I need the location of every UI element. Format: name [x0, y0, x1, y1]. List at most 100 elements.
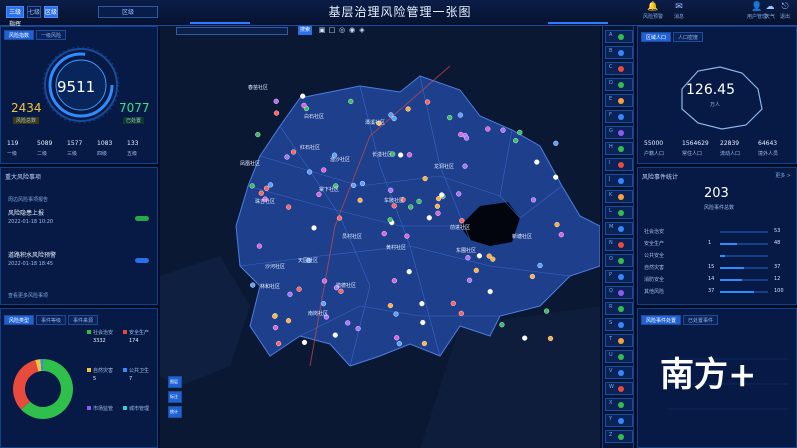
map-risk-pin[interactable]: [396, 341, 403, 347]
map-risk-pin[interactable]: [296, 286, 302, 292]
map-community-label[interactable]: 南岗社区: [308, 310, 328, 317]
map-risk-pin[interactable]: [544, 308, 550, 314]
layer-toggle[interactable]: U: [605, 350, 633, 363]
map-risk-pin[interactable]: [457, 112, 464, 118]
map-risk-pin[interactable]: [393, 311, 399, 317]
layer-toggle[interactable]: T: [605, 334, 633, 347]
map-risk-pin[interactable]: [258, 190, 264, 196]
map-risk-pin[interactable]: [421, 340, 428, 347]
map-risk-pin[interactable]: [458, 131, 464, 138]
map-risk-pin[interactable]: [348, 98, 354, 105]
map-risk-pin[interactable]: [547, 335, 554, 342]
map-risk-pin[interactable]: [285, 318, 292, 324]
map-community-label[interactable]: 龙洞社区: [434, 163, 454, 170]
map-risk-pin[interactable]: [321, 167, 327, 173]
map-risk-pin[interactable]: [273, 110, 280, 116]
risk-map[interactable]: 搜索 ▣ □ ◎ ◉ ◈ 春苗社区 白石社区 潭溪社区 红石社区 长湴社区 龙洞社区 凤凰社…: [160, 26, 600, 448]
tab-region-population[interactable]: 区域人口: [641, 32, 672, 42]
map-community-label[interactable]: 棠下社区: [319, 186, 339, 193]
message-icon[interactable]: ✉ 消息: [666, 2, 692, 24]
map-risk-pin[interactable]: [272, 325, 279, 331]
map-risk-pin[interactable]: [522, 335, 528, 341]
tab-event-source[interactable]: 事件来源: [68, 315, 99, 325]
map-risk-pin[interactable]: [387, 217, 393, 223]
layer-toggle[interactable]: K: [605, 190, 633, 203]
map-risk-pin[interactable]: [416, 198, 422, 205]
map-risk-pin[interactable]: [267, 182, 274, 188]
map-risk-pin[interactable]: [406, 152, 413, 158]
map-risk-pin[interactable]: [426, 215, 432, 221]
map-community-label[interactable]: 潭溪社区: [365, 119, 385, 126]
risk-item-2-title[interactable]: 道路积水风险预警: [8, 250, 56, 259]
map-community-label[interactable]: 沙河社区: [265, 263, 285, 270]
map-risk-pin[interactable]: [345, 320, 351, 326]
map-risk-pin[interactable]: [553, 140, 559, 146]
tab-risk-type[interactable]: 风险类型: [4, 315, 35, 325]
layer-toggle[interactable]: Q: [605, 286, 633, 299]
layer-toggle[interactable]: H: [605, 142, 633, 155]
layer-toggle[interactable]: W: [605, 382, 633, 395]
map-risk-pin[interactable]: [529, 273, 536, 280]
map-risk-pin[interactable]: [408, 204, 414, 210]
tab-handled-events[interactable]: 已处置事件: [683, 315, 719, 325]
layer-toggle[interactable]: B: [605, 46, 633, 59]
map-risk-pin[interactable]: [499, 322, 505, 328]
layer-toggle[interactable]: N: [605, 238, 633, 251]
map-risk-pin[interactable]: [465, 255, 471, 261]
map-risk-pin[interactable]: [530, 197, 537, 203]
map-tool-3-icon[interactable]: ◎: [338, 26, 346, 35]
layer-toggle[interactable]: O: [605, 254, 633, 267]
layer-toggle[interactable]: Y: [605, 414, 633, 427]
top-button-1[interactable]: 三级指挥: [6, 6, 24, 28]
map-community-label[interactable]: 珠吉社区: [255, 198, 275, 205]
layer-toggle[interactable]: G: [605, 126, 633, 139]
bell-icon[interactable]: 🔔 风险预警: [640, 2, 666, 24]
risk-more-link[interactable]: 查看更多风险事项: [8, 292, 48, 299]
layer-toggle[interactable]: J: [605, 174, 633, 187]
map-community-label[interactable]: 猎德社区: [336, 282, 356, 289]
map-risk-pin[interactable]: [300, 93, 306, 99]
map-risk-pin[interactable]: [513, 137, 519, 144]
risk-event-more-link[interactable]: 更多 >: [775, 172, 791, 179]
map-risk-pin[interactable]: [405, 106, 411, 112]
map-risk-pin[interactable]: [485, 126, 491, 132]
map-community-label[interactable]: 员村社区: [342, 233, 362, 240]
top-button-4[interactable]: 区级: [98, 6, 158, 18]
map-risk-pin[interactable]: [424, 99, 431, 105]
map-community-label[interactable]: 渔沙社区: [330, 156, 350, 163]
map-risk-pin[interactable]: [459, 218, 465, 224]
tab-population-density[interactable]: 人口密度: [673, 32, 704, 42]
map-risk-pin[interactable]: [336, 215, 343, 221]
tab-risk-handling[interactable]: 风险事件处置: [641, 315, 682, 325]
map-risk-pin[interactable]: [249, 183, 255, 189]
layer-toggle[interactable]: Z: [605, 430, 633, 443]
tab-risk-index[interactable]: 风险指数: [4, 30, 35, 40]
map-risk-pin[interactable]: [284, 154, 290, 160]
map-risk-pin[interactable]: [394, 335, 400, 341]
map-risk-pin[interactable]: [456, 191, 462, 197]
map-risk-pin[interactable]: [332, 332, 338, 338]
map-risk-pin[interactable]: [290, 149, 297, 155]
map-community-label[interactable]: 新塘社区: [512, 233, 532, 240]
layer-toggle[interactable]: D: [605, 78, 633, 91]
map-risk-pin[interactable]: [263, 185, 270, 191]
map-risk-pin[interactable]: [435, 210, 441, 216]
map-risk-pin[interactable]: [286, 204, 292, 210]
map-tool-1-icon[interactable]: ▣: [318, 26, 326, 35]
map-risk-pin[interactable]: [464, 135, 470, 141]
map-side-tool-layers[interactable]: 图层: [168, 376, 182, 388]
map-risk-pin[interactable]: [447, 114, 453, 121]
layer-toggle[interactable]: P: [605, 270, 633, 283]
map-risk-pin[interactable]: [301, 102, 307, 109]
map-risk-pin[interactable]: [434, 203, 441, 209]
layer-toggle[interactable]: E: [605, 94, 633, 107]
donut-slice-1[interactable]: [12, 360, 39, 410]
map-risk-pin[interactable]: [256, 243, 263, 249]
map-risk-pin[interactable]: [272, 313, 278, 319]
map-risk-pin[interactable]: [311, 225, 317, 231]
layer-toggle[interactable]: X: [605, 398, 633, 411]
map-risk-pin[interactable]: [450, 300, 456, 307]
map-risk-pin[interactable]: [439, 192, 445, 198]
map-risk-pin[interactable]: [486, 253, 492, 259]
tab-level-one[interactable]: 一级风险: [36, 30, 67, 40]
